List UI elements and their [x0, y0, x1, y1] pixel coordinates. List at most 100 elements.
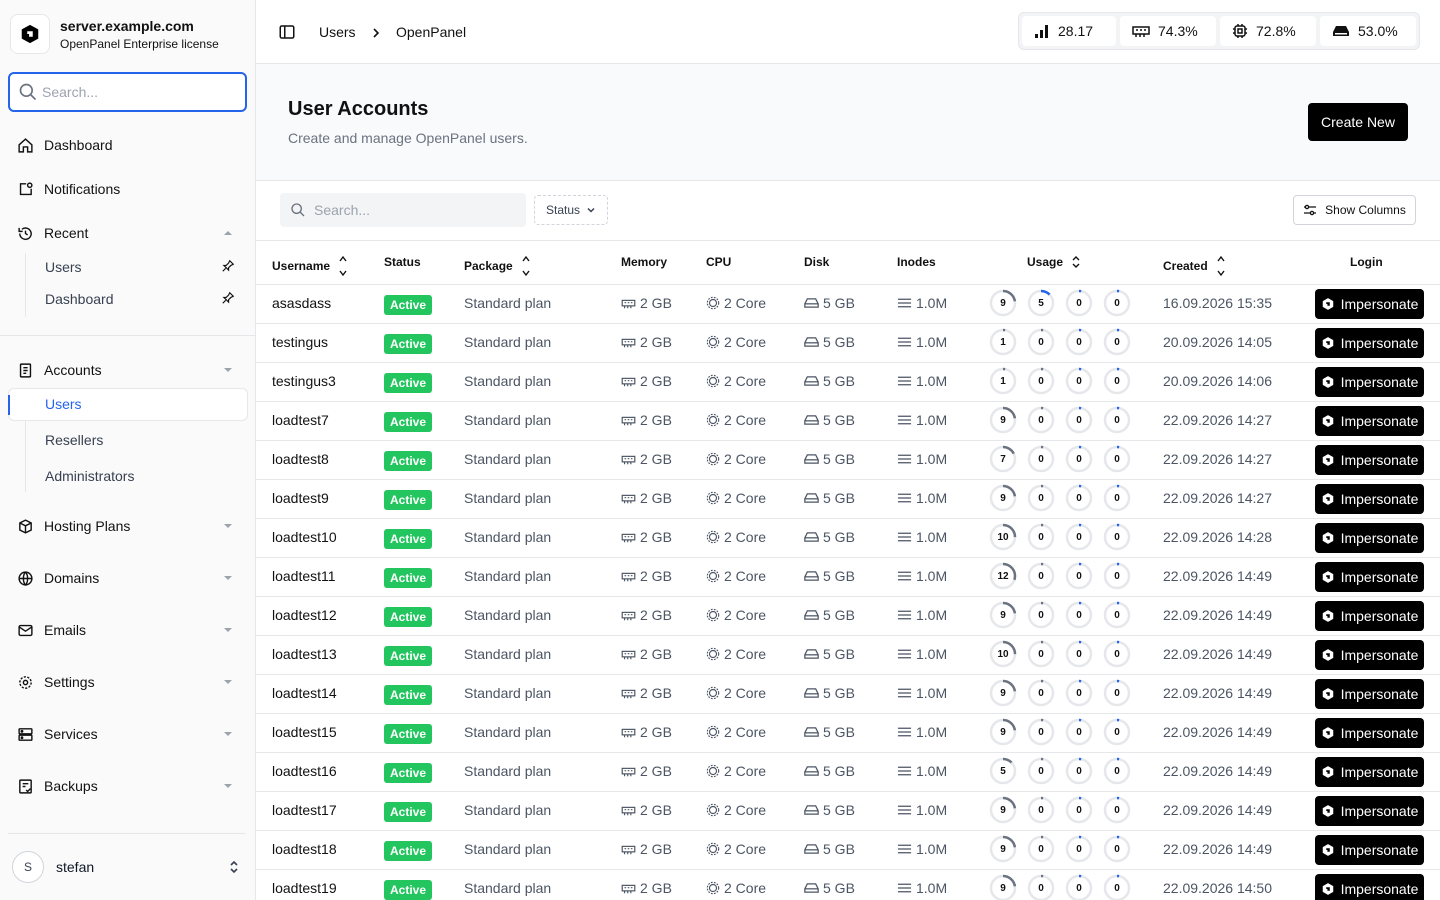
cell-username[interactable]: loadtest8 — [272, 451, 329, 467]
usage-gauge[interactable]: 0 — [1103, 835, 1131, 863]
impersonate-button[interactable]: Impersonate — [1315, 757, 1424, 787]
cell-username[interactable]: loadtest7 — [272, 412, 329, 428]
usage-gauge[interactable]: 0 — [1027, 445, 1055, 473]
table-row[interactable]: loadtest19 Active Standard plan 2 GB 2 Core 5… — [256, 870, 1440, 900]
table-row[interactable]: loadtest10 Active Standard plan 2 GB 2 Core 5… — [256, 519, 1440, 558]
usage-gauge[interactable]: 7 — [989, 445, 1017, 473]
usage-gauge[interactable]: 0 — [1027, 367, 1055, 395]
sidebar-item-notifications[interactable]: Notifications — [16, 177, 240, 201]
table-row[interactable]: loadtest9 Active Standard plan 2 GB 2 Core 5 … — [256, 480, 1440, 519]
usage-gauge[interactable]: 0 — [1065, 796, 1093, 824]
impersonate-button[interactable]: Impersonate — [1315, 406, 1424, 436]
sidebar-item-settings[interactable]: Settings — [16, 670, 240, 694]
usage-gauge[interactable]: 0 — [1065, 562, 1093, 590]
usage-gauge[interactable]: 0 — [1103, 406, 1131, 434]
usage-gauge[interactable]: 0 — [1027, 484, 1055, 512]
impersonate-button[interactable]: Impersonate — [1315, 484, 1424, 514]
usage-gauge[interactable]: 0 — [1103, 601, 1131, 629]
usage-gauge[interactable]: 9 — [989, 601, 1017, 629]
table-row[interactable]: loadtest18 Active Standard plan 2 GB 2 Core 5… — [256, 831, 1440, 870]
impersonate-button[interactable]: Impersonate — [1315, 445, 1424, 475]
usage-gauge[interactable]: 0 — [1027, 835, 1055, 863]
usage-gauge[interactable]: 0 — [1103, 796, 1131, 824]
table-row[interactable]: asasdass Active Standard plan 2 GB 2 Core 5 G… — [256, 285, 1440, 324]
sidebar-subitem-users[interactable]: Users — [45, 394, 82, 414]
usage-gauge[interactable]: 0 — [1027, 796, 1055, 824]
stat-cpu[interactable]: 72.8% — [1220, 16, 1316, 46]
usage-gauge[interactable]: 9 — [989, 484, 1017, 512]
sidebar-subitem-resellers[interactable]: Resellers — [45, 430, 103, 450]
usage-gauge[interactable]: 9 — [989, 874, 1017, 900]
table-row[interactable]: testingus3 Active Standard plan 2 GB 2 Core 5… — [256, 363, 1440, 402]
cell-username[interactable]: loadtest16 — [272, 763, 337, 779]
table-row[interactable]: loadtest8 Active Standard plan 2 GB 2 Core 5 … — [256, 441, 1440, 480]
usage-gauge[interactable]: 0 — [1065, 835, 1093, 863]
breadcrumb-users[interactable]: Users — [319, 24, 356, 40]
header-created[interactable]: Created — [1163, 255, 1226, 277]
usage-gauge[interactable]: 0 — [1065, 679, 1093, 707]
usage-gauge[interactable]: 9 — [989, 718, 1017, 746]
usage-gauge[interactable]: 0 — [1065, 874, 1093, 900]
usage-gauge[interactable]: 0 — [1103, 328, 1131, 356]
impersonate-button[interactable]: Impersonate — [1315, 640, 1424, 670]
sidebar-subitem-users-active[interactable] — [8, 388, 248, 421]
usage-gauge[interactable]: 0 — [1103, 679, 1131, 707]
usage-gauge[interactable]: 10 — [989, 523, 1017, 551]
status-filter-button[interactable]: Status — [534, 195, 608, 225]
usage-gauge[interactable]: 0 — [1065, 640, 1093, 668]
usage-gauge[interactable]: 0 — [1065, 523, 1093, 551]
cell-username[interactable]: testingus3 — [272, 373, 336, 389]
sidebar-subitem-administrators[interactable]: Administrators — [45, 466, 134, 486]
stat-load[interactable]: 28.17 — [1022, 16, 1116, 46]
usage-gauge[interactable]: 0 — [1065, 406, 1093, 434]
impersonate-button[interactable]: Impersonate — [1315, 835, 1424, 865]
table-row[interactable]: loadtest13 Active Standard plan 2 GB 2 Core 5… — [256, 636, 1440, 675]
impersonate-button[interactable]: Impersonate — [1315, 601, 1424, 631]
cell-username[interactable]: loadtest13 — [272, 646, 337, 662]
usage-gauge[interactable]: 0 — [1027, 640, 1055, 668]
sidebar-item-recent[interactable]: Recent — [16, 221, 240, 245]
table-row[interactable]: loadtest15 Active Standard plan 2 GB 2 Core 5… — [256, 714, 1440, 753]
user-menu[interactable]: S stefan — [12, 850, 246, 884]
impersonate-button[interactable]: Impersonate — [1315, 718, 1424, 748]
impersonate-button[interactable]: Impersonate — [1315, 679, 1424, 709]
usage-gauge[interactable]: 0 — [1103, 718, 1131, 746]
cell-username[interactable]: loadtest17 — [272, 802, 337, 818]
sidebar-item-backups[interactable]: Backups — [16, 774, 240, 798]
recent-item-users[interactable]: Users — [45, 257, 235, 277]
usage-gauge[interactable]: 0 — [1103, 367, 1131, 395]
sidebar-item-hosting-plans[interactable]: Hosting Plans — [16, 514, 240, 538]
usage-gauge[interactable]: 0 — [1027, 328, 1055, 356]
sidebar-item-accounts[interactable]: Accounts — [16, 358, 240, 382]
header-username[interactable]: Username — [272, 255, 348, 277]
usage-gauge[interactable]: 0 — [1027, 679, 1055, 707]
sidebar-item-emails[interactable]: Emails — [16, 618, 240, 642]
usage-gauge[interactable]: 0 — [1027, 757, 1055, 785]
table-row[interactable]: testingus Active Standard plan 2 GB 2 Core 5 … — [256, 324, 1440, 363]
usage-gauge[interactable]: 0 — [1103, 445, 1131, 473]
usage-gauge[interactable]: 0 — [1027, 874, 1055, 900]
usage-gauge[interactable]: 0 — [1027, 406, 1055, 434]
usage-gauge[interactable]: 5 — [989, 757, 1017, 785]
impersonate-button[interactable]: Impersonate — [1315, 523, 1424, 553]
usage-gauge[interactable]: 0 — [1103, 874, 1131, 900]
cell-username[interactable]: loadtest11 — [272, 568, 336, 584]
usage-gauge[interactable]: 9 — [989, 289, 1017, 317]
header-usage[interactable]: Usage — [1027, 255, 1081, 269]
usage-gauge[interactable]: 12 — [989, 562, 1017, 590]
impersonate-button[interactable]: Impersonate — [1315, 874, 1424, 900]
table-row[interactable]: loadtest16 Active Standard plan 2 GB 2 Core 5… — [256, 753, 1440, 792]
brand[interactable]: server.example.com OpenPanel Enterprise … — [10, 14, 219, 54]
usage-gauge[interactable]: 5 — [1027, 289, 1055, 317]
cell-username[interactable]: loadtest14 — [272, 685, 337, 701]
cell-username[interactable]: loadtest9 — [272, 490, 329, 506]
usage-gauge[interactable]: 0 — [1065, 328, 1093, 356]
usage-gauge[interactable]: 0 — [1065, 289, 1093, 317]
usage-gauge[interactable]: 0 — [1065, 757, 1093, 785]
usage-gauge[interactable]: 0 — [1103, 523, 1131, 551]
recent-item-dashboard[interactable]: Dashboard — [45, 289, 235, 309]
usage-gauge[interactable]: 0 — [1027, 523, 1055, 551]
usage-gauge[interactable]: 10 — [989, 640, 1017, 668]
sidebar-item-domains[interactable]: Domains — [16, 566, 240, 590]
cell-username[interactable]: loadtest15 — [272, 724, 337, 740]
